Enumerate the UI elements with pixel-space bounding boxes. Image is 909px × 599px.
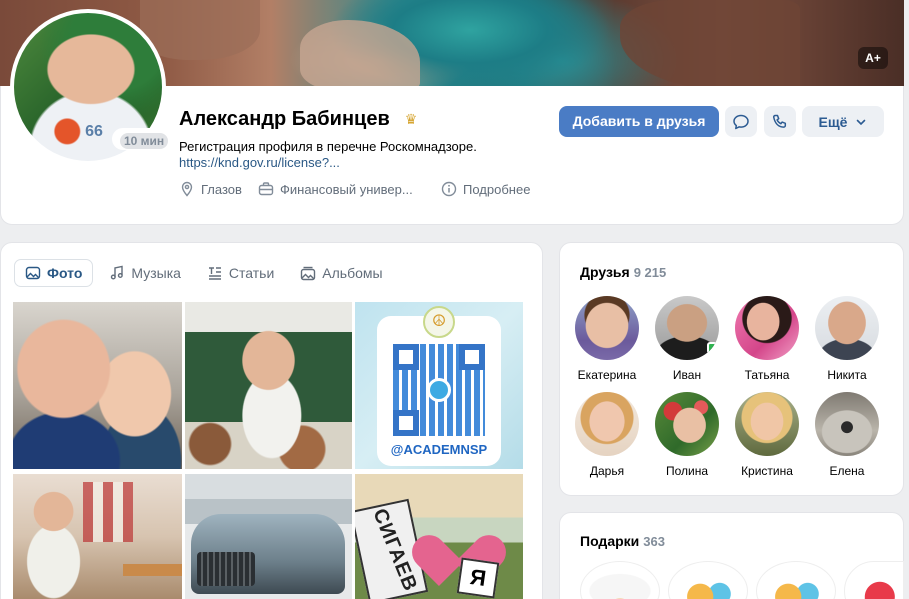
photo-thumb[interactable]: ☮ @ACADEMNSP <box>355 302 523 469</box>
sign-letter: Я <box>456 557 500 599</box>
profile-education[interactable]: Финансовый универ... <box>258 180 413 198</box>
photo-icon <box>25 266 41 280</box>
avatar-shirt-print: 66 <box>85 123 103 140</box>
photo-thumb[interactable] <box>185 474 352 599</box>
friend-avatar <box>575 392 639 456</box>
car-grille <box>197 552 255 586</box>
friend-avatar <box>575 296 639 360</box>
music-icon <box>111 265 124 280</box>
add-friend-button[interactable]: Добавить в друзья <box>559 106 719 137</box>
tab-label: Музыка <box>131 265 181 281</box>
cover-badge[interactable]: A+ <box>858 47 888 69</box>
profile-status: Регистрация профиля в перечне Роскомнадз… <box>179 139 477 154</box>
photo-detail <box>83 482 133 542</box>
more-actions-button[interactable]: Ещё <box>802 106 884 137</box>
profile-name: Александр Бабинцев <box>179 108 390 130</box>
tab-photos[interactable]: Фото <box>14 259 94 287</box>
mobile-online-icon <box>707 342 717 354</box>
tab-label: Статьи <box>228 265 275 281</box>
tab-label: Альбомы <box>322 265 383 281</box>
friend-item[interactable]: Полина <box>647 392 727 478</box>
friend-name: Татьяна <box>744 368 790 382</box>
profile-status-link[interactable]: https://knd.gov.ru/license?... <box>179 155 340 170</box>
photo-tabs: Фото Музыка Статьи Альбомы <box>14 259 399 287</box>
friend-avatar <box>655 296 719 360</box>
friend-item[interactable]: Дарья <box>567 392 647 478</box>
friend-name: Кристина <box>741 464 793 478</box>
friend-avatar <box>815 392 879 456</box>
chevron-down-icon <box>857 119 866 125</box>
last-seen-badge: 10 мин <box>112 128 177 150</box>
friend-avatar <box>815 296 879 360</box>
friend-name: Дарья <box>589 464 625 478</box>
friend-name: Иван <box>672 368 702 382</box>
friend-item[interactable]: Екатерина <box>567 296 647 382</box>
photo-detail <box>123 564 182 576</box>
gift-item[interactable] <box>580 561 660 599</box>
location-icon <box>181 181 193 197</box>
qr-caption: @ACADEMNSP <box>390 442 488 457</box>
gifts-card: Подарки 363 <box>559 512 904 599</box>
tab-albums[interactable]: Альбомы <box>290 259 392 287</box>
gifts-title[interactable]: Подарки 363 <box>580 533 665 549</box>
telegram-icon <box>427 378 451 402</box>
qr-corner <box>393 344 419 370</box>
photo-thumb[interactable] <box>13 474 182 599</box>
gift-item[interactable] <box>756 561 836 599</box>
friend-name: Елена <box>829 464 865 478</box>
education-label: Финансовый универ... <box>280 181 413 197</box>
friends-count: 9 215 <box>633 265 667 280</box>
logo-icon: ☮ <box>423 306 455 338</box>
friend-avatar <box>735 392 799 456</box>
tab-label: Фото <box>47 265 83 281</box>
profile-city[interactable]: Глазов <box>179 180 242 198</box>
friends-title-label: Друзья <box>580 264 630 280</box>
friends-title[interactable]: Друзья 9 215 <box>580 264 666 280</box>
friend-avatar <box>735 296 799 360</box>
verified-badge-icon[interactable]: ♛ <box>402 110 420 128</box>
friend-avatar <box>655 392 719 456</box>
gifts-title-label: Подарки <box>580 533 640 549</box>
qr-code <box>393 344 485 436</box>
tab-articles[interactable]: Статьи <box>197 259 284 287</box>
photo-thumb[interactable]: СИГАЕВ Я <box>355 474 523 599</box>
message-button[interactable] <box>725 106 757 137</box>
more-info-label: Подробнее <box>463 181 531 197</box>
more-info-link[interactable]: Подробнее <box>441 180 530 198</box>
friend-name: Полина <box>665 464 709 478</box>
city-label: Глазов <box>201 181 242 197</box>
qr-corner <box>459 344 485 370</box>
cover-rock <box>620 0 800 90</box>
message-icon <box>733 114 749 129</box>
call-button[interactable] <box>764 106 796 137</box>
friend-item[interactable]: Никита <box>807 296 887 382</box>
friend-name: Никита <box>827 368 867 382</box>
cover-rock <box>140 0 260 60</box>
photo-thumb[interactable] <box>185 302 352 469</box>
gift-item[interactable] <box>844 561 904 599</box>
more-actions-label: Ещё <box>818 113 848 130</box>
friend-item[interactable]: Татьяна <box>727 296 807 382</box>
phone-icon <box>772 114 787 128</box>
cover-rock <box>300 20 420 90</box>
friend-name: Екатерина <box>577 368 637 382</box>
friend-item[interactable]: Кристина <box>727 392 807 478</box>
friend-item[interactable]: Иван <box>647 296 727 382</box>
gifts-count: 363 <box>643 534 665 549</box>
tab-music[interactable]: Музыка <box>99 259 191 287</box>
last-seen-text: 10 мин <box>120 133 169 149</box>
qr-corner <box>393 410 419 436</box>
briefcase-icon <box>258 182 274 196</box>
friend-item[interactable]: Елена <box>807 392 887 478</box>
photo-thumb[interactable] <box>13 302 182 469</box>
gift-item[interactable] <box>668 561 748 599</box>
articles-icon <box>208 267 221 280</box>
info-icon <box>441 181 457 197</box>
albums-icon <box>301 266 316 281</box>
